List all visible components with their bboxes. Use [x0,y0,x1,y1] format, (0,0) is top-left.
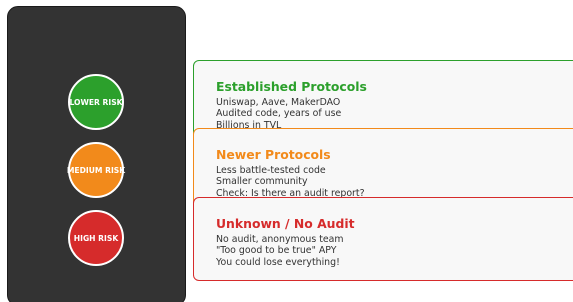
lower-risk-light: LOWER RISK [68,74,124,130]
card-line: "Too good to be true" APY [216,245,337,257]
card-title: Newer Protocols [216,147,331,162]
card-title: Established Protocols [216,79,367,94]
card-line: Uniswap, Aave, MakerDAO [216,97,341,108]
medium-risk-label: MEDIUM RISK [66,165,126,175]
card-line: You could lose everything! [216,256,340,268]
card-line: Smaller community [216,176,308,188]
card-line: Less battle-tested code [216,165,326,176]
unknown-no-audit-card: Unknown / No Audit No audit, anonymous t… [193,197,573,281]
high-risk-label: HIGH RISK [73,233,119,243]
card-line: Audited code, years of use [216,108,342,120]
risk-diagram: LOWER RISK MEDIUM RISK HIGH RISK Establi… [0,0,573,302]
high-risk-light: HIGH RISK [68,210,124,266]
card-title: Unknown / No Audit [216,216,355,231]
card-line: No audit, anonymous team [216,234,344,245]
lower-risk-label: LOWER RISK [69,97,123,107]
medium-risk-light: MEDIUM RISK [66,142,126,198]
